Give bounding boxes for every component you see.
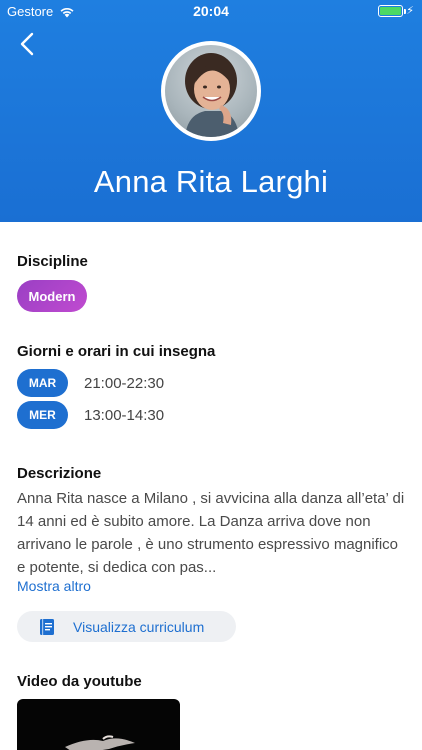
show-more-link[interactable]: Mostra altro bbox=[17, 578, 91, 594]
video-title: Video da youtube bbox=[17, 673, 142, 690]
disciplines-title: Discipline bbox=[17, 253, 88, 270]
battery-group: ⚡ bbox=[378, 4, 414, 17]
chevron-left-icon[interactable] bbox=[14, 30, 42, 58]
schedule-time: 21:00-22:30 bbox=[84, 374, 165, 392]
schedule-row: MAR 21:00-22:30 bbox=[17, 369, 164, 397]
discipline-pill-modern[interactable]: Modern bbox=[17, 280, 87, 312]
charging-icon: ⚡ bbox=[406, 5, 414, 17]
battery-icon bbox=[378, 4, 407, 17]
avatar bbox=[161, 41, 261, 141]
view-curriculum-label: Visualizza curriculum bbox=[73, 618, 205, 635]
status-bar: Gestore 20:04 ⚡ bbox=[0, 0, 422, 22]
avatar-portrait-icon bbox=[185, 53, 239, 137]
description-title: Descrizione bbox=[17, 465, 102, 482]
dancer-image bbox=[65, 735, 135, 750]
schedule-title: Giorni e orari in cui insegna bbox=[17, 343, 216, 360]
schedule-time: 13:00-14:30 bbox=[84, 406, 165, 424]
teacher-name: Anna Rita Larghi bbox=[93, 164, 329, 199]
status-time: 20:04 bbox=[193, 3, 229, 19]
day-pill: MER bbox=[17, 401, 68, 429]
day-pill: MAR bbox=[17, 369, 68, 397]
schedule-row: MER 13:00-14:30 bbox=[17, 401, 164, 429]
description-text: Anna Rita nasce a Milano , si avvicina a… bbox=[17, 490, 405, 576]
avatar-photo bbox=[165, 45, 257, 137]
profile-header: Gestore 20:04 ⚡ Anna Rita Larghi bbox=[0, 0, 422, 222]
youtube-video-thumbnail[interactable] bbox=[17, 699, 180, 750]
book-icon bbox=[40, 618, 54, 635]
view-curriculum-button[interactable]: Visualizza curriculum bbox=[17, 611, 236, 642]
